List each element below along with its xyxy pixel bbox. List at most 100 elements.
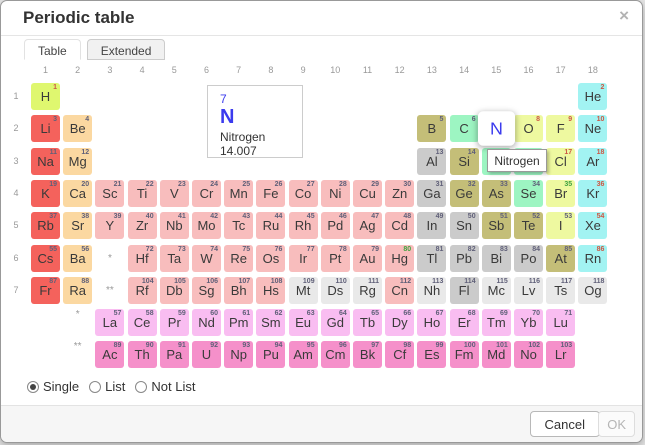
element-cell-th[interactable]: 90Th <box>128 341 157 368</box>
element-cell-db[interactable]: 105Db <box>160 277 189 304</box>
element-cell-zn[interactable]: 30Zn <box>385 180 414 207</box>
element-cell-pr[interactable]: 59Pr <box>160 309 189 336</box>
element-cell-as[interactable]: 33As <box>482 180 511 207</box>
element-cell-ga[interactable]: 31Ga <box>417 180 446 207</box>
element-cell-pb[interactable]: 82Pb <box>450 245 479 272</box>
radio-not-list-circle[interactable] <box>135 381 147 393</box>
element-cell-cr[interactable]: 24Cr <box>192 180 221 207</box>
element-cell-na[interactable]: 11Na <box>31 148 60 175</box>
element-cell-cs[interactable]: 55Cs <box>31 245 60 272</box>
element-cell-sr[interactable]: 38Sr <box>63 212 92 239</box>
element-cell-er[interactable]: 68Er <box>450 309 479 336</box>
element-cell-br[interactable]: 35Br <box>546 180 575 207</box>
element-cell-sg[interactable]: 106Sg <box>192 277 221 304</box>
element-cell-lr[interactable]: 103Lr <box>546 341 575 368</box>
tab-table[interactable]: Table <box>24 39 81 60</box>
element-cell-eu[interactable]: 63Eu <box>289 309 318 336</box>
element-cell-hf[interactable]: 72Hf <box>128 245 157 272</box>
element-cell-no[interactable]: 102No <box>514 341 543 368</box>
element-cell-rn[interactable]: 86Rn <box>578 245 607 272</box>
element-cell-pt[interactable]: 78Pt <box>321 245 350 272</box>
element-cell-sn[interactable]: 50Sn <box>450 212 479 239</box>
element-cell-re[interactable]: 75Re <box>224 245 253 272</box>
element-cell-tm[interactable]: 69Tm <box>482 309 511 336</box>
element-cell-bk[interactable]: 97Bk <box>353 341 382 368</box>
element-cell-k[interactable]: 19K <box>31 180 60 207</box>
element-cell-fm[interactable]: 100Fm <box>450 341 479 368</box>
element-cell-md[interactable]: 101Md <box>482 341 511 368</box>
element-cell-pu[interactable]: 94Pu <box>256 341 285 368</box>
element-cell-am[interactable]: 95Am <box>289 341 318 368</box>
element-cell-sb[interactable]: 51Sb <box>482 212 511 239</box>
element-cell-mo[interactable]: 42Mo <box>192 212 221 239</box>
element-cell-in[interactable]: 49In <box>417 212 446 239</box>
element-cell-cm[interactable]: 96Cm <box>321 341 350 368</box>
element-cell-pm[interactable]: 61Pm <box>224 309 253 336</box>
element-cell-co[interactable]: 27Co <box>289 180 318 207</box>
element-cell-te[interactable]: 52Te <box>514 212 543 239</box>
element-cell-tl[interactable]: 81Tl <box>417 245 446 272</box>
element-cell-au[interactable]: 79Au <box>353 245 382 272</box>
element-cell-pd[interactable]: 46Pd <box>321 212 350 239</box>
element-cell-po[interactable]: 84Po <box>514 245 543 272</box>
element-cell-tc[interactable]: 43Tc <box>224 212 253 239</box>
element-cell-n[interactable]: 7N <box>478 112 515 147</box>
element-cell-at[interactable]: 85At <box>546 245 575 272</box>
element-cell-al[interactable]: 13Al <box>417 148 446 175</box>
element-cell-h[interactable]: 1H <box>31 83 60 110</box>
element-cell-ir[interactable]: 77Ir <box>289 245 318 272</box>
element-cell-rg[interactable]: 111Rg <box>353 277 382 304</box>
element-cell-ac[interactable]: 89Ac <box>95 341 124 368</box>
element-cell-yb[interactable]: 70Yb <box>514 309 543 336</box>
element-cell-os[interactable]: 76Os <box>256 245 285 272</box>
element-cell-cu[interactable]: 29Cu <box>353 180 382 207</box>
element-cell-pa[interactable]: 91Pa <box>160 341 189 368</box>
element-cell-sc[interactable]: 21Sc <box>95 180 124 207</box>
element-cell-dy[interactable]: 66Dy <box>385 309 414 336</box>
element-cell-ag[interactable]: 47Ag <box>353 212 382 239</box>
element-cell-cn[interactable]: 112Cn <box>385 277 414 304</box>
element-cell-lv[interactable]: 116Lv <box>514 277 543 304</box>
element-cell-ra[interactable]: 88Ra <box>63 277 92 304</box>
element-cell-lu[interactable]: 71Lu <box>546 309 575 336</box>
element-cell-ti[interactable]: 22Ti <box>128 180 157 207</box>
element-cell-u[interactable]: 92U <box>192 341 221 368</box>
element-cell-v[interactable]: 23V <box>160 180 189 207</box>
element-cell-be[interactable]: 4Be <box>63 115 92 142</box>
element-cell-si[interactable]: 14Si <box>450 148 479 175</box>
element-cell-i[interactable]: 53I <box>546 212 575 239</box>
element-cell-nb[interactable]: 41Nb <box>160 212 189 239</box>
element-cell-ru[interactable]: 44Ru <box>256 212 285 239</box>
radio-list-circle[interactable] <box>89 381 101 393</box>
radio-single-circle[interactable] <box>27 381 39 393</box>
element-cell-hs[interactable]: 108Hs <box>256 277 285 304</box>
element-cell-mt[interactable]: 109Mt <box>289 277 318 304</box>
element-cell-ni[interactable]: 28Ni <box>321 180 350 207</box>
element-cell-c[interactable]: 6C <box>450 115 479 142</box>
element-cell-se[interactable]: 34Se <box>514 180 543 207</box>
radio-list[interactable]: List <box>89 379 125 394</box>
element-cell-o[interactable]: 8O <box>514 115 543 142</box>
element-cell-ds[interactable]: 110Ds <box>321 277 350 304</box>
element-cell-xe[interactable]: 54Xe <box>578 212 607 239</box>
element-cell-fl[interactable]: 114Fl <box>450 277 479 304</box>
element-cell-tb[interactable]: 65Tb <box>353 309 382 336</box>
element-cell-rb[interactable]: 37Rb <box>31 212 60 239</box>
element-cell-np[interactable]: 93Np <box>224 341 253 368</box>
element-cell-cl[interactable]: 17Cl <box>546 148 575 175</box>
element-cell-rf[interactable]: 104Rf <box>128 277 157 304</box>
element-cell-zr[interactable]: 40Zr <box>128 212 157 239</box>
element-cell-cf[interactable]: 98Cf <box>385 341 414 368</box>
element-cell-kr[interactable]: 36Kr <box>578 180 607 207</box>
element-cell-ge[interactable]: 32Ge <box>450 180 479 207</box>
element-cell-b[interactable]: 5B <box>417 115 446 142</box>
element-cell-mn[interactable]: 25Mn <box>224 180 253 207</box>
element-cell-rh[interactable]: 45Rh <box>289 212 318 239</box>
element-cell-la[interactable]: 57La <box>95 309 124 336</box>
element-cell-mc[interactable]: 115Mc <box>482 277 511 304</box>
element-cell-ba[interactable]: 56Ba <box>63 245 92 272</box>
ok-button[interactable]: OK <box>598 411 635 437</box>
element-cell-nd[interactable]: 60Nd <box>192 309 221 336</box>
element-cell-fr[interactable]: 87Fr <box>31 277 60 304</box>
cancel-button[interactable]: Cancel <box>530 411 600 437</box>
